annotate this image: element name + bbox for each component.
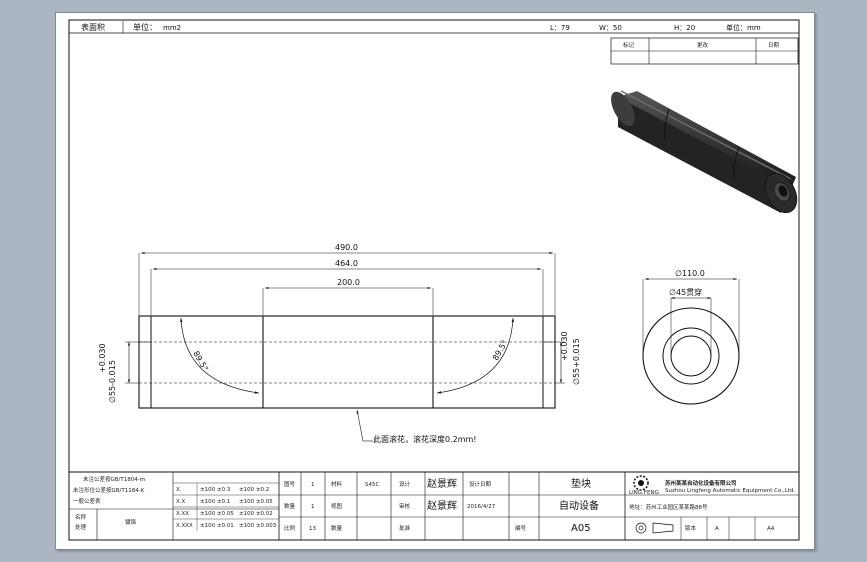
logo-text: LING FENG [629,490,659,496]
title-block: 未注公差按GB/T1804-m 未注形位公差按GB/T1184-K 一般公差表 … [68,471,800,541]
tol-row-3-c: ±100 ±0.02 [239,511,273,517]
tol-note-1: 未注公差按GB/T1804-m [83,475,145,483]
tb-qty-1: 1 [311,482,315,488]
tb-code-label: 编号 [515,524,527,532]
left-bore-dim: ∅55-0.015 [108,360,117,403]
side-view: ∅110.0 ∅45贯穿 [642,269,740,405]
tb-scale-label: 比例 [284,524,296,532]
tb-designer: 赵景辉 [427,477,457,490]
rev-col-date: 日期 [768,42,780,49]
projection-symbol-icon [635,522,674,534]
area-label: 表面积 [81,22,105,32]
unit-value: mm2 [163,24,181,32]
left-bore-tol: +0.030 [98,343,107,373]
rev-col-mark: 标记 [623,41,635,49]
knurl-annotation: 此面滚花，滚花深度0.2mm! [356,409,477,444]
part-name: 垫块 [571,477,591,490]
part-code: A05 [571,523,591,534]
header-unit: 单位：mm [726,23,761,32]
tb-size: A4 [767,526,775,532]
right-angle-dim: 89.5° [491,339,510,362]
tb-qty-2: 1 [311,504,315,510]
header-l: L：79 [550,24,570,32]
tb-material: S45C [365,482,379,488]
right-bore-tol: +0.030 [560,331,569,361]
tb-audit-label: 审核 [399,502,411,510]
tol-note-2: 未注形位公差按GB/T1184-K [73,486,145,494]
tol-row-4-c: ±100 ±0.003 [239,523,277,529]
tb-view-label: 视图 [331,502,343,510]
tol-row-2-a: X.X [176,499,186,505]
tb-qty-label-2: 数量 [331,524,343,532]
row-process-label: 处理 [75,523,87,531]
rev-col-change: 更改 [697,41,709,49]
tb-checker: 赵景辉 [427,499,457,512]
tb-qty-label: 数量 [284,502,296,510]
header-h: H：20 [674,24,695,32]
middle-length-dim: 200.0 [337,278,360,287]
tol-row-2-c: ±100 ±0.05 [239,499,273,505]
outer-diameter-dim: ∅110.0 [675,269,705,278]
tol-row-1-b: ±100 ±0.3 [200,487,231,493]
inner-length-dim: 464.0 [335,259,358,268]
tol-row-4-a: X.XXX [176,523,193,529]
company-logo [633,475,649,491]
tol-row-1-a: X. [176,487,182,493]
drawing-sheet: 表面积 单位： mm2 L：79 W：50 H：20 单位：mm 标记 更改 日… [55,12,815,550]
length-dimensions: 490.0 464.0 200.0 [138,243,556,315]
tb-material-label: 材料 [331,480,343,488]
tb-drawing-no-label: 图号 [284,480,296,488]
company-address: 地址：苏州工业园区某某路88号 [629,503,708,511]
knurl-note: 此面滚花，滚花深度0.2mm! [373,434,477,444]
tb-version: A [715,526,719,532]
row-plating: 镀铬 [125,518,137,526]
tb-scale-value: 13 [309,526,316,532]
company-name-en: Suzhou Lingfeng Automatic Equipment Co.,… [665,488,795,494]
tol-row-3-b: ±100 ±0.05 [200,511,234,517]
revision-table: 标记 更改 日期 [610,37,799,65]
tol-row-2-b: ±100 ±0.1 [200,499,230,505]
tb-approve-label: 批准 [399,524,411,532]
overall-length-dim: 490.0 [335,243,358,252]
tol-note-3: 一般公差表 [73,497,101,505]
unit-label: 单位： [133,22,157,32]
inner-frame [68,19,800,541]
tb-design-date-label: 设计日期 [469,480,492,488]
tb-date: 2016/4/27 [467,504,496,510]
right-bore-dim: ∅55+0.015 [572,338,581,385]
header-w: W：50 [599,24,622,32]
project-name: 自动设备 [559,499,599,512]
isometric-part-render [611,90,798,214]
front-view: 89.5° 89.5° [138,315,556,409]
tol-row-4-b: ±100 ±0.01 [200,523,234,529]
row-name-label: 名称 [75,513,87,521]
left-angle-dim: 89.5° [191,350,210,373]
tb-design-label: 设计 [399,480,411,488]
company-name-cn: 苏州某某自动化设备有限公司 [665,479,737,487]
tol-row-1-c: ±100 ±0.2 [239,487,269,493]
tb-version-label: 版本 [685,524,697,532]
tol-row-3-a: X.XX [176,511,189,517]
bore-diameter-dim: ∅45贯穿 [669,287,702,297]
